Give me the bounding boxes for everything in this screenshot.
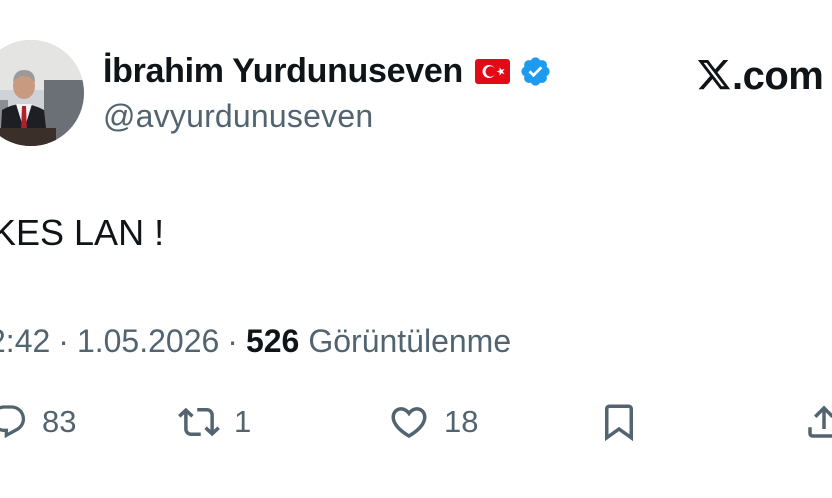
reply-icon: [0, 402, 28, 442]
author-handle[interactable]: @avyurdunuseven: [103, 98, 373, 135]
tweet-time[interactable]: 2:42: [0, 323, 50, 359]
views-count: 526: [245, 323, 300, 359]
x-logo-icon: [696, 59, 732, 93]
turkey-flag-icon: [474, 58, 510, 84]
avatar[interactable]: [0, 40, 84, 146]
meta-separator: ·: [227, 323, 238, 359]
heart-icon: [388, 401, 430, 443]
bookmark-icon: [598, 401, 640, 443]
like-button[interactable]: 18: [388, 398, 478, 446]
share-icon: [803, 401, 832, 443]
author-name-row: İbrahim Yurdunuseven: [103, 49, 552, 93]
verified-badge-icon[interactable]: [519, 55, 552, 88]
retweet-icon: [178, 401, 220, 443]
retweet-button[interactable]: 1: [178, 398, 251, 446]
tweet-text: KES LAN !: [0, 212, 165, 253]
reply-count: 83: [42, 404, 77, 439]
reply-button[interactable]: 83: [0, 398, 76, 446]
x-logo-text: .com: [732, 53, 824, 98]
share-button[interactable]: [803, 398, 832, 446]
author-display-name[interactable]: İbrahim Yurdunuseven: [103, 52, 463, 91]
views-label: Görüntülenme: [308, 323, 512, 359]
bookmark-button[interactable]: [598, 398, 640, 446]
tweet-date[interactable]: 1.05.2026: [77, 323, 219, 359]
x-com-logo: .com: [696, 53, 824, 99]
tweet-meta: 2:42·1.05.2026·526Görüntülenme: [0, 323, 511, 360]
meta-separator: ·: [58, 323, 69, 359]
retweet-count: 1: [234, 404, 252, 439]
like-count: 18: [444, 404, 479, 439]
